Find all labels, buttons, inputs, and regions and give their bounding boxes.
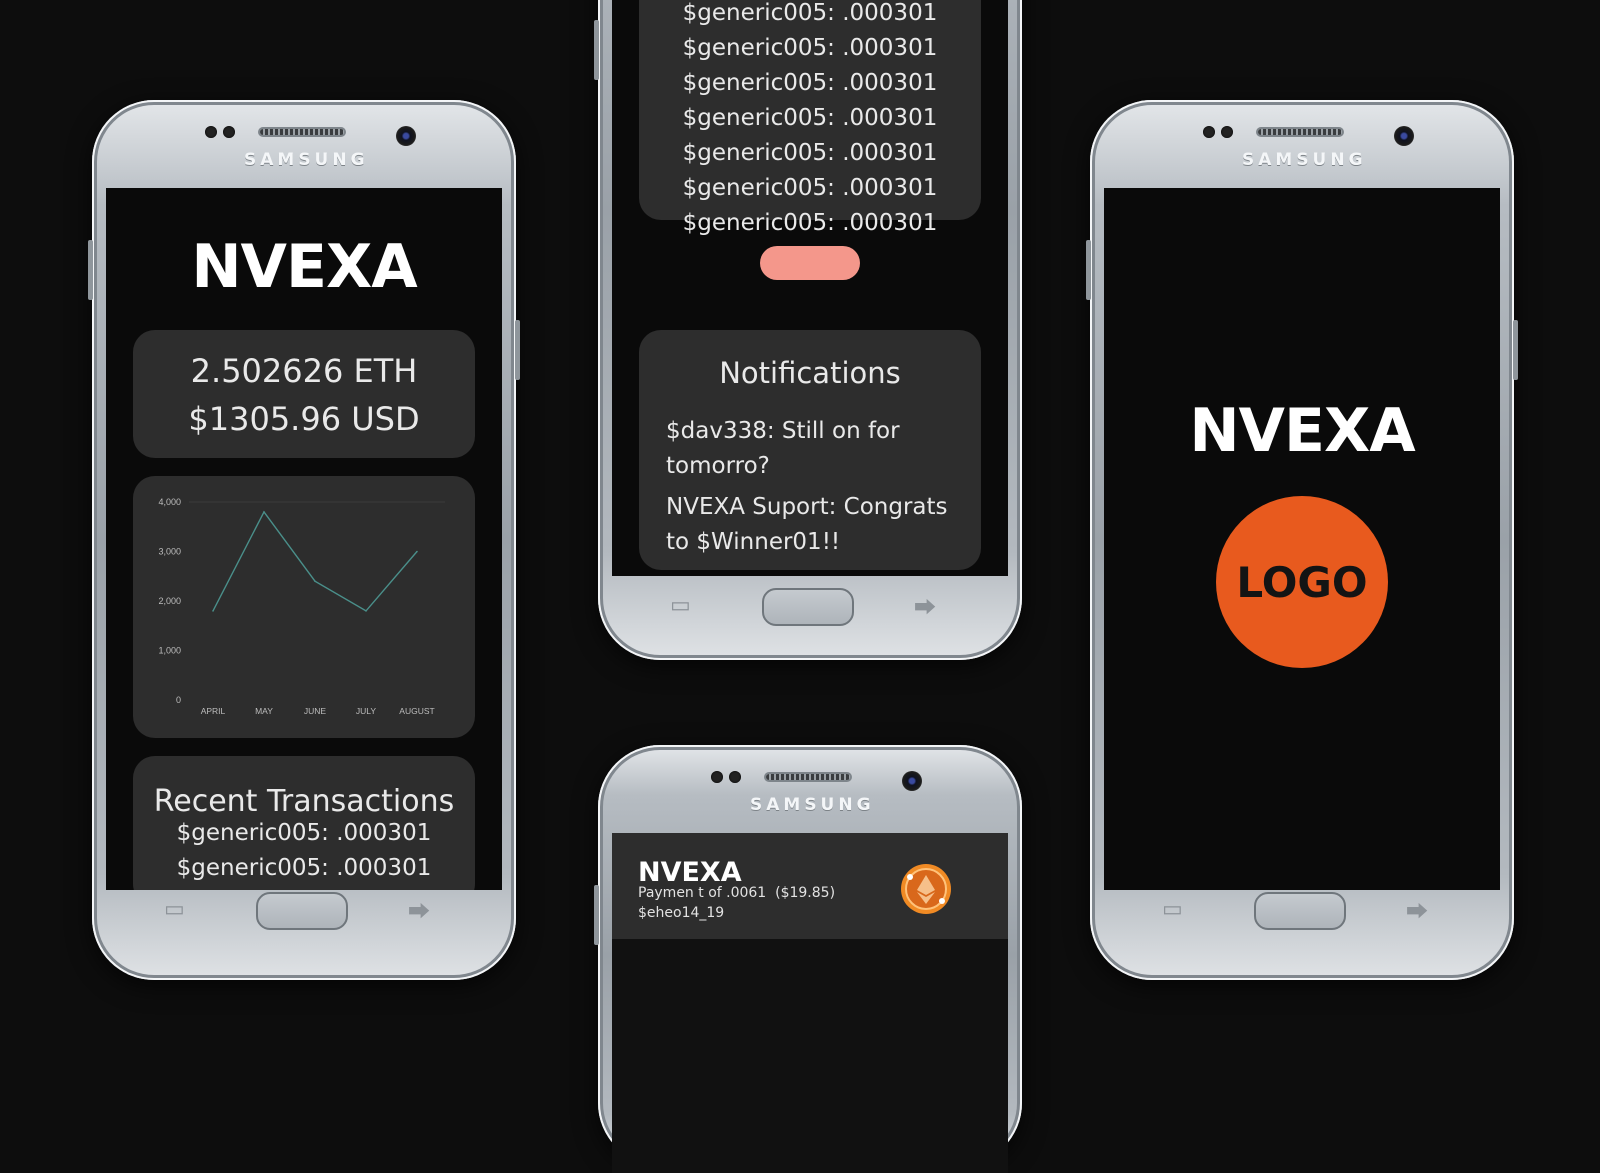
transaction-item[interactable]: $generic005: .000301	[639, 101, 981, 136]
phone-transactions: $generic005: .000301 $generic005: .00030…	[594, 0, 1022, 660]
transaction-item[interactable]: $generic005: .000301	[639, 136, 981, 171]
transactions-card: $generic005: .000301 $generic005: .00030…	[639, 0, 981, 280]
price-chart: 4,000 3,000 2,000 1,000 0 APRIL MAY JUNE JULY AUG…	[158, 497, 445, 716]
recent-apps-icon[interactable]: ▭	[1162, 896, 1183, 922]
notifications-card: Notifications $dav338: Still on for tomo…	[639, 330, 981, 570]
front-camera-icon	[396, 126, 416, 146]
volume-button	[594, 885, 599, 945]
volume-button	[88, 240, 93, 300]
view-more-button[interactable]	[760, 246, 860, 280]
sensors	[1203, 126, 1233, 138]
transaction-item[interactable]: $generic005: .000301	[133, 851, 475, 886]
app-title: NVEXA	[1189, 396, 1415, 466]
logo-text: LOGO	[1236, 557, 1368, 607]
earpiece	[1258, 129, 1342, 135]
x-tick-label: APRIL	[201, 706, 226, 716]
logo-badge: LOGO	[1216, 496, 1388, 668]
back-icon[interactable]: ⮕	[408, 894, 430, 926]
transaction-item[interactable]: $generic005: .000301	[639, 66, 981, 101]
recent-apps-icon[interactable]: ▭	[670, 592, 691, 618]
y-tick-label: 2,000	[158, 596, 181, 606]
back-icon[interactable]: ⮕	[1406, 894, 1428, 926]
x-tick-label: AUGUST	[399, 706, 434, 716]
brand-label: SAMSUNG	[244, 150, 369, 170]
notification-payment-text: Paymen t of .0061 ($19.85)	[638, 885, 836, 901]
notifications-title: Notifications	[719, 356, 901, 390]
screen: $generic005: .000301 $generic005: .00030…	[612, 0, 1008, 576]
transaction-item[interactable]: $generic005: .000301	[639, 0, 981, 31]
brand-label: SAMSUNG	[1242, 150, 1367, 170]
home-button[interactable]	[256, 892, 348, 930]
screen: NVEXA 2.502626 ETH $1305.96 USD 4,000 3,0…	[106, 188, 502, 890]
earpiece	[260, 129, 344, 135]
back-icon[interactable]: ⮕	[914, 590, 936, 622]
price-chart-card: 4,000 3,000 2,000 1,000 0 APRIL MAY JUNE JULY AUG…	[133, 476, 475, 738]
notification-app-title: NVEXA	[638, 857, 742, 888]
earpiece	[766, 774, 850, 780]
price-point	[263, 511, 265, 513]
transaction-item[interactable]: $generic005: .000301	[639, 31, 981, 66]
power-button	[515, 320, 520, 380]
price-point	[314, 580, 316, 582]
recent-transactions-title: Recent Transactions	[153, 784, 455, 819]
price-point	[365, 610, 367, 612]
transactions-list: $generic005: .000301 $generic005: .00030…	[639, 0, 981, 241]
notification-payment-user: $eheo14_19	[638, 905, 725, 921]
phone-splash: SAMSUNG NVEXA LOGO ▭ ⮕	[1086, 100, 1518, 980]
transaction-item[interactable]: $generic005: .000301	[639, 206, 981, 241]
power-button	[1513, 320, 1518, 380]
push-notification[interactable]: NVEXA Paymen t of .0061 ($19.85) $eheo14…	[612, 833, 1008, 939]
phone-notification: SAMSUNG NVEXA Paymen t of .0061 ($19.85)…	[594, 745, 1022, 1173]
screen: NVEXA LOGO	[1104, 188, 1500, 890]
transaction-item[interactable]: $generic005: .000301	[639, 171, 981, 206]
recent-transactions-card: Recent Transactions $generic005: .000301…	[133, 756, 475, 890]
brand-label: SAMSUNG	[750, 795, 875, 815]
volume-button	[1086, 240, 1091, 300]
front-camera-icon	[1394, 126, 1414, 146]
balance-eth: 2.502626 ETH	[190, 352, 418, 390]
home-button[interactable]	[1254, 892, 1346, 930]
sensors	[711, 771, 741, 783]
y-tick-label: 1,000	[158, 646, 181, 656]
y-tick-label: 3,000	[158, 547, 181, 557]
screen: NVEXA Paymen t of .0061 ($19.85) $eheo14…	[612, 833, 1008, 1173]
price-point	[212, 610, 214, 612]
ethereum-icon	[900, 863, 952, 915]
notification-item[interactable]: NVEXA Suport: Congrats to $Winner01!!	[666, 490, 951, 560]
x-tick-label: JULY	[356, 706, 376, 716]
transaction-item[interactable]: $generic005: .000301	[133, 816, 475, 851]
app-title: NVEXA	[191, 232, 417, 302]
price-series-line	[212, 510, 418, 612]
y-tick-label: 4,000	[158, 497, 181, 507]
notification-item[interactable]: $dav338: Still on for tomorro?	[666, 414, 951, 484]
x-tick-label: MAY	[255, 706, 273, 716]
phone-dashboard: SAMSUNG NVEXA 2.502626 ETH $1305.96 USD …	[88, 100, 520, 980]
sensors	[205, 126, 235, 138]
recent-apps-icon[interactable]: ▭	[164, 896, 185, 922]
balance-card: 2.502626 ETH $1305.96 USD	[133, 330, 475, 458]
volume-button	[594, 20, 599, 80]
front-camera-icon	[902, 771, 922, 791]
price-point	[416, 550, 418, 553]
x-tick-label: JUNE	[304, 706, 327, 716]
balance-usd: $1305.96 USD	[188, 400, 420, 438]
y-tick-label: 0	[176, 695, 181, 705]
home-button[interactable]	[762, 588, 854, 626]
